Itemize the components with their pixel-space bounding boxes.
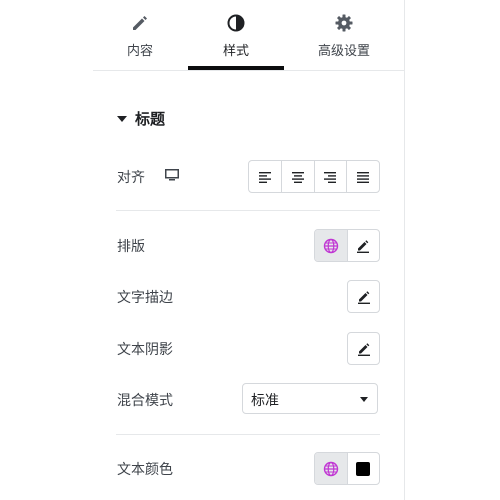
align-left-icon — [258, 171, 271, 183]
typography-edit-button[interactable] — [348, 230, 380, 261]
edit-icon — [357, 342, 370, 356]
divider — [116, 434, 380, 435]
divider — [116, 210, 380, 211]
tab-advanced-label: 高级设置 — [317, 44, 370, 59]
globe-icon — [323, 461, 338, 476]
text-color-controls — [314, 452, 380, 485]
text-stroke-edit-button[interactable] — [347, 280, 380, 313]
section-toggle-heading[interactable]: 标题 — [117, 106, 165, 130]
text-stroke-label: 文字描边 — [117, 290, 173, 306]
color-swatch — [356, 461, 371, 476]
tab-style[interactable]: 样式 — [188, 0, 284, 70]
gear-icon — [335, 14, 353, 32]
align-center-icon — [291, 171, 304, 183]
typography-controls — [314, 229, 380, 262]
text-color-label: 文本颜色 — [117, 462, 173, 478]
typography-global-button[interactable] — [315, 230, 348, 261]
alignment-buttons — [248, 160, 380, 193]
chevron-down-icon — [360, 397, 368, 402]
blend-mode-select[interactable]: 标准 — [242, 383, 378, 414]
text-color-global-button[interactable] — [315, 453, 348, 484]
caret-down-icon — [117, 115, 127, 122]
tab-style-label: 样式 — [222, 44, 249, 59]
align-label: 对齐 — [117, 170, 145, 186]
desktop-icon[interactable] — [165, 169, 179, 181]
align-justify-icon — [357, 171, 370, 183]
tab-content-label: 内容 — [126, 44, 153, 59]
tab-advanced[interactable]: 高级设置 — [288, 0, 400, 70]
align-right-icon — [324, 171, 337, 183]
style-panel: 内容 样式 高级设置 标题 对齐 排版 文字描边 文本阴影 混合模式 标准 文本… — [93, 0, 405, 500]
tab-content[interactable]: 内容 — [93, 0, 187, 70]
align-justify-button[interactable] — [347, 161, 379, 192]
align-right-button[interactable] — [315, 161, 348, 192]
edit-icon — [357, 290, 370, 304]
panel-border — [404, 0, 405, 500]
globe-icon — [323, 238, 338, 253]
blend-mode-value: 标准 — [251, 393, 279, 409]
align-left-button[interactable] — [249, 161, 282, 192]
align-center-button[interactable] — [282, 161, 315, 192]
edit-icon — [357, 239, 370, 253]
typography-label: 排版 — [117, 239, 145, 255]
blend-mode-label: 混合模式 — [117, 393, 173, 409]
contrast-icon — [227, 14, 245, 32]
panel-tabs: 内容 样式 高级设置 — [93, 0, 405, 71]
section-title: 标题 — [135, 109, 166, 128]
pencil-icon — [133, 16, 147, 30]
text-shadow-edit-button[interactable] — [347, 332, 380, 365]
text-shadow-label: 文本阴影 — [117, 342, 173, 358]
active-tab-indicator — [188, 66, 284, 70]
text-color-picker-button[interactable] — [348, 453, 380, 484]
